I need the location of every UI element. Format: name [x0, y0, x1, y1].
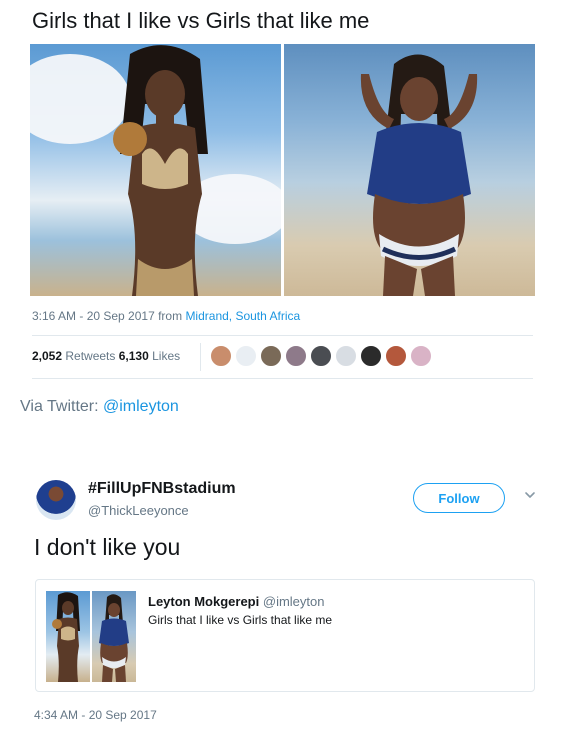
person-figure: [52, 592, 80, 682]
author-handle[interactable]: @ThickLeeyonce: [88, 503, 189, 518]
retweets-label: Retweets: [62, 349, 119, 363]
quoted-tweet-text: Girls that I like vs Girls that like me: [148, 613, 333, 627]
person-figure: [99, 594, 129, 682]
divider: [200, 343, 201, 371]
tweet-text: I don't like you: [34, 534, 181, 560]
likes-stat[interactable]: 6,130 Likes: [119, 349, 180, 363]
liker-avatar[interactable]: [410, 345, 432, 367]
likes-label: Likes: [148, 349, 181, 363]
liker-avatar[interactable]: [210, 345, 232, 367]
location-link[interactable]: Midrand, South Africa: [185, 309, 300, 323]
likes-count: 6,130: [118, 349, 149, 363]
liker-avatar[interactable]: [310, 345, 332, 367]
from-label: from: [154, 309, 186, 323]
tweet-text: Girls that I like vs Girls that like me: [32, 8, 370, 33]
tweet-timestamp[interactable]: 3:16 AM - 20 Sep 2017: [32, 309, 155, 323]
via-handle-link[interactable]: @imleyton: [103, 398, 179, 415]
person-figure: [360, 54, 478, 296]
person-figure: [113, 45, 208, 296]
author-display-name[interactable]: #FillUpFNBstadium: [88, 480, 236, 498]
quoted-author-handle: @imleyton: [262, 594, 325, 609]
liker-avatar[interactable]: [260, 345, 282, 367]
tweet-photo-right[interactable]: [284, 44, 535, 296]
tweet-timestamp[interactable]: 4:34 AM - 20 Sep 2017: [34, 708, 157, 722]
retweets-stat[interactable]: 2,052 Retweets: [32, 349, 119, 363]
liker-avatar[interactable]: [335, 345, 357, 367]
liker-avatar[interactable]: [385, 345, 407, 367]
retweets-count: 2,052: [32, 349, 63, 363]
via-label: Via Twitter:: [20, 398, 103, 415]
divider: [32, 378, 533, 379]
quoted-photo-left: [46, 591, 90, 682]
liker-avatars: [210, 345, 432, 367]
tweet-timestamp-line: 3:16 AM - 20 Sep 2017 from Midrand, Sout…: [32, 309, 300, 323]
liker-avatar[interactable]: [235, 345, 257, 367]
divider: [32, 335, 533, 336]
quoted-author-name: Leyton Mokgerepi: [148, 594, 260, 609]
avatar[interactable]: [36, 480, 76, 520]
quoted-photo-right: [92, 591, 136, 682]
engagement-counts: 2,052 Retweets 6,130 Likes: [32, 349, 180, 363]
liker-avatar[interactable]: [285, 345, 307, 367]
follow-button[interactable]: Follow: [413, 483, 505, 513]
chevron-down-icon[interactable]: [523, 488, 537, 502]
liker-avatar[interactable]: [360, 345, 382, 367]
tweet-photo-left[interactable]: [30, 44, 281, 296]
via-credit: Via Twitter: @imleyton: [20, 398, 179, 416]
quoted-author: Leyton Mokgerepi @imleyton: [148, 594, 324, 609]
